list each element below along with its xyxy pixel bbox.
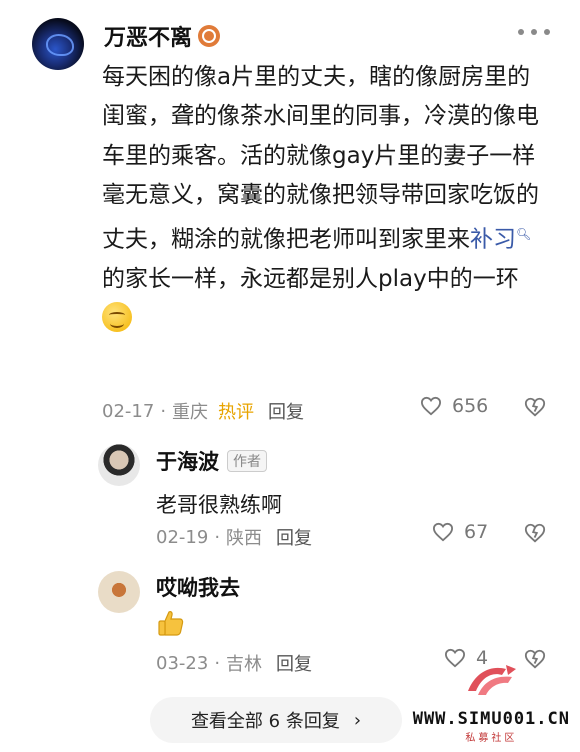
like-count: 67 — [464, 521, 489, 543]
view-all-replies-button[interactable]: 查看全部 6 条回复 › — [150, 697, 402, 743]
separator: · — [214, 652, 221, 674]
dislike-icon[interactable] — [524, 396, 546, 418]
username[interactable]: 哎呦我去 — [156, 572, 240, 602]
reply-author-name[interactable]: 哎呦我去 — [156, 572, 240, 602]
reply-avatar[interactable] — [98, 444, 140, 486]
reply-meta: 02-19 · 陕西 回复 — [156, 524, 312, 550]
watermark-sub: 私募社区 — [465, 733, 518, 744]
reply-button[interactable]: 回复 — [276, 650, 312, 676]
separator: · — [160, 400, 167, 422]
view-all-label: 查看全部 6 条回复 — [190, 711, 340, 732]
dislike-icon[interactable] — [524, 522, 546, 544]
hot-badge: 热评 — [218, 402, 255, 423]
like-button[interactable]: 656 — [420, 395, 488, 417]
comment-date: 02-17 — [102, 400, 155, 422]
watermark-site: WWW.SIMU001.CN — [412, 709, 570, 729]
comment-text-part: 的家长一样，永远都是别人play中的一环 — [102, 266, 519, 293]
reply-date: 02-19 — [156, 526, 209, 548]
comment-author-name[interactable]: 万恶不离 — [104, 20, 221, 52]
badge-icon — [198, 25, 221, 47]
reply-text — [156, 608, 186, 643]
smile-emoji-icon — [102, 302, 132, 333]
watermark: WWW.SIMU001.CN 私募社区 — [413, 661, 570, 744]
comment-text: 每天困的像a片里的丈夫，瞎的像厨房里的闺蜜，聋的像茶水间里的同事，冷漠的像电车里… — [102, 58, 542, 339]
comment-text-part: 每天困的像a片里的丈夫，瞎的像厨房里的闺蜜，聋的像茶水间里的同事，冷漠的像电车里… — [102, 64, 539, 253]
like-count: 656 — [452, 395, 489, 417]
reply-button[interactable]: 回复 — [268, 398, 304, 424]
heart-icon[interactable] — [432, 522, 454, 542]
avatar[interactable] — [32, 18, 84, 70]
heart-icon[interactable] — [420, 396, 442, 416]
thumbs-up-icon — [158, 611, 184, 636]
watermark-logo-icon — [468, 665, 517, 695]
comment-location: 重庆 — [172, 402, 209, 423]
reply-text: 老哥很熟练啊 — [156, 493, 282, 517]
username[interactable]: 于海波 — [156, 446, 219, 476]
username[interactable]: 万恶不离 — [104, 20, 192, 52]
more-icon[interactable] — [518, 22, 550, 42]
reply-button[interactable]: 回复 — [276, 524, 312, 550]
reply-avatar[interactable] — [98, 571, 140, 613]
chevron-right-icon: › — [353, 709, 362, 731]
reply-date: 03-23 — [156, 652, 209, 674]
reply-meta: 03-23 · 吉林 回复 — [156, 650, 312, 676]
search-icon[interactable]: 🔍︎ — [516, 227, 531, 241]
author-tag: 作者 — [227, 450, 267, 472]
separator: · — [214, 526, 221, 548]
like-button[interactable]: 67 — [432, 521, 488, 543]
reply-author-name[interactable]: 于海波 作者 — [156, 446, 267, 476]
search-link[interactable]: 补习 — [470, 227, 516, 253]
reply-location: 陕西 — [226, 528, 263, 549]
reply-location: 吉林 — [226, 654, 263, 675]
comment-meta: 02-17 · 重庆 热评 回复 — [102, 398, 304, 424]
